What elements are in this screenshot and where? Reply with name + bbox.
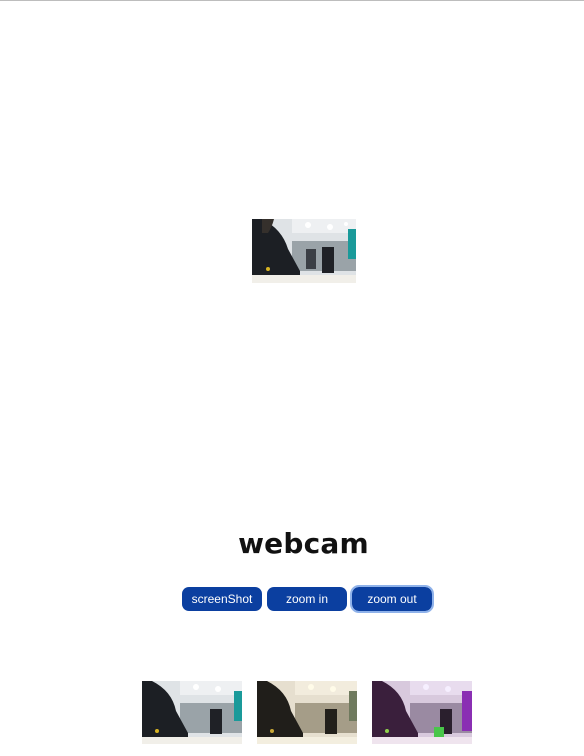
zoom-in-button[interactable]: zoom in bbox=[267, 587, 347, 611]
screenshot-thumbnail-normal[interactable] bbox=[142, 681, 242, 744]
webcam-video bbox=[252, 219, 356, 283]
screenshot-thumbnail-sepia[interactable] bbox=[257, 681, 357, 744]
zoom-out-button[interactable]: zoom out bbox=[350, 585, 434, 613]
screenshot-button[interactable]: screenShot bbox=[182, 587, 262, 611]
top-divider bbox=[0, 0, 584, 1]
webcam-page: webcam screenShot zoom in zoom out bbox=[0, 0, 584, 756]
page-title: webcam bbox=[238, 527, 369, 560]
screenshot-thumbnail-purple[interactable] bbox=[372, 681, 472, 744]
